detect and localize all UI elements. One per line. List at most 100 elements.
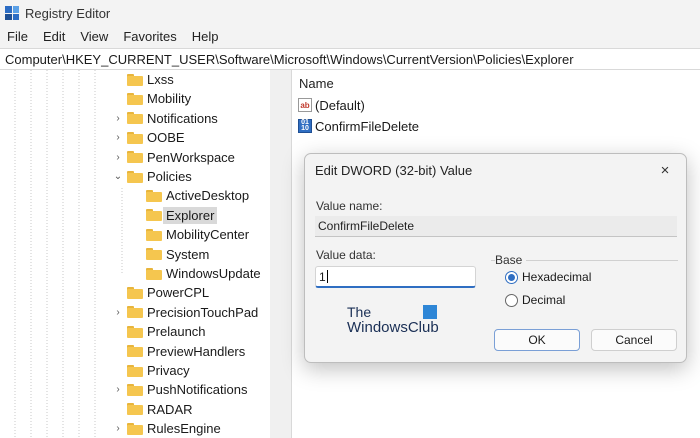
value-name: (Default): [315, 97, 365, 113]
chevron-placeholder: [112, 89, 124, 108]
menu-favorites[interactable]: Favorites: [123, 29, 176, 44]
folder-icon: [127, 364, 143, 377]
radio-decimal-label: Decimal: [522, 293, 566, 307]
tree-item-explorer[interactable]: Explorer: [131, 206, 218, 225]
chevron-placeholder: [112, 283, 124, 302]
folder-icon: [127, 131, 143, 144]
tree-item-prelaunch[interactable]: Prelaunch: [112, 322, 206, 341]
tree-item-policies[interactable]: ⌄ Policies: [112, 167, 192, 186]
tree-item-label: WindowsUpdate: [166, 266, 261, 281]
value-row-confirmfiledelete[interactable]: 01 10 ConfirmFileDelete: [298, 116, 419, 136]
tree-item-label: MobilityCenter: [166, 227, 250, 243]
menu-help[interactable]: Help: [192, 29, 219, 44]
value-data-text: 1: [319, 269, 326, 284]
tree-item-label: Policies: [147, 169, 192, 184]
column-header-name[interactable]: Name: [299, 76, 334, 91]
close-icon[interactable]: ×: [654, 159, 676, 181]
chevron-down-icon[interactable]: ⌄: [112, 167, 124, 186]
tree-item-lxss[interactable]: Lxss: [112, 70, 174, 89]
chevron-right-icon[interactable]: ›: [112, 148, 124, 167]
folder-icon: [146, 209, 162, 222]
folder-icon: [127, 325, 143, 338]
folder-icon: [146, 267, 162, 280]
folder-icon: [127, 286, 143, 299]
chevron-placeholder: [112, 361, 124, 380]
tree-item-activedesktop[interactable]: ActiveDesktop: [131, 186, 249, 205]
tree-item-privacy[interactable]: Privacy: [112, 361, 190, 380]
folder-icon: [127, 112, 143, 125]
chevron-placeholder: [112, 400, 124, 419]
folder-icon: [127, 151, 143, 164]
chevron-right-icon[interactable]: ›: [112, 109, 124, 128]
text-caret: [326, 270, 328, 283]
tree-item-radar[interactable]: RADAR: [112, 400, 193, 419]
folder-icon: [127, 92, 143, 105]
chevron-right-icon[interactable]: ›: [112, 419, 124, 438]
value-row-default[interactable]: ab (Default): [298, 95, 365, 115]
address-bar[interactable]: Computer\HKEY_CURRENT_USER\Software\Micr…: [0, 48, 700, 70]
tree-item-label: PrecisionTouchPad: [147, 304, 259, 320]
chevron-placeholder: [112, 342, 124, 361]
chevron-placeholder: [131, 225, 143, 244]
chevron-placeholder: [131, 186, 143, 205]
dialog-title: Edit DWORD (32-bit) Value: [315, 163, 473, 178]
tree-item-mobilitycenter[interactable]: MobilityCenter: [131, 225, 249, 244]
tree-item-label: System: [166, 246, 210, 262]
string-value-icon: ab: [298, 98, 312, 112]
registry-editor-icon: [5, 6, 19, 20]
folder-icon: [127, 73, 143, 86]
ok-button[interactable]: OK: [494, 329, 580, 351]
window-title: Registry Editor: [25, 5, 111, 21]
tree-item-rulesengine[interactable]: › RulesEngine: [112, 419, 221, 438]
folder-icon: [146, 189, 162, 202]
tree-item-system[interactable]: System: [131, 245, 209, 264]
tree-item-label: PushNotifications: [147, 382, 248, 398]
tree-item-oobe[interactable]: › OOBE: [112, 128, 185, 147]
folder-icon: [127, 422, 143, 435]
menu-edit[interactable]: Edit: [43, 29, 65, 44]
folder-icon: [127, 383, 143, 396]
chevron-placeholder: [131, 264, 143, 283]
tree-item-label: RulesEngine: [147, 421, 221, 437]
tree-item-mobility[interactable]: Mobility: [112, 89, 191, 108]
tree-item-label: PowerCPL: [147, 285, 210, 301]
tree-item-windowsupdate[interactable]: WindowsUpdate: [131, 264, 261, 283]
tree-item-label: Privacy: [147, 363, 190, 378]
menu-view[interactable]: View: [80, 29, 108, 44]
edit-dword-dialog: Edit DWORD (32-bit) Value × Value name: …: [304, 153, 687, 363]
cancel-button[interactable]: Cancel: [591, 329, 677, 351]
tree-item-notifications[interactable]: › Notifications: [112, 109, 217, 128]
menu-bar: File Edit View Favorites Help: [0, 26, 700, 47]
chevron-right-icon[interactable]: ›: [112, 303, 124, 322]
tree-item-powercpl[interactable]: PowerCPL: [112, 283, 209, 302]
tree-item-label: RADAR: [147, 401, 193, 417]
pane-splitter[interactable]: [270, 70, 292, 438]
tree-item-label: PenWorkspace: [147, 149, 235, 165]
chevron-placeholder: [112, 322, 124, 341]
tree-item-penworkspace[interactable]: › PenWorkspace: [112, 148, 235, 167]
tree-item-label: OOBE: [147, 130, 185, 146]
value-data-input[interactable]: 1: [315, 266, 476, 288]
radio-hexadecimal[interactable]: Hexadecimal: [505, 268, 591, 286]
title-bar: Registry Editor: [0, 0, 700, 26]
tree-item-label: Mobility: [147, 91, 192, 107]
registry-tree[interactable]: Lxss Mobility › Notifications › OOBE › PenWorks…: [0, 70, 270, 438]
base-label: Base: [495, 253, 527, 267]
value-data-label: Value data:: [316, 248, 376, 262]
value-name-label: Value name:: [316, 199, 383, 213]
tree-item-precisiontouchpad[interactable]: › PrecisionTouchPad: [112, 303, 258, 322]
folder-icon: [146, 248, 162, 261]
chevron-right-icon[interactable]: ›: [112, 128, 124, 147]
tree-item-pushnotifications[interactable]: › PushNotifications: [112, 380, 247, 399]
radio-selected-icon[interactable]: [505, 270, 518, 284]
menu-file[interactable]: File: [7, 29, 28, 44]
folder-icon: [146, 228, 162, 241]
radio-hexadecimal-label: Hexadecimal: [522, 270, 592, 284]
chevron-right-icon[interactable]: ›: [112, 380, 124, 399]
radio-unselected-icon[interactable]: [505, 293, 518, 307]
chevron-placeholder: [131, 245, 143, 264]
radio-decimal[interactable]: Decimal: [505, 291, 565, 309]
tree-item-previewhandlers[interactable]: PreviewHandlers: [112, 342, 245, 361]
value-name-field: ConfirmFileDelete: [315, 216, 677, 237]
binary-value-icon: 01 10: [298, 119, 312, 133]
